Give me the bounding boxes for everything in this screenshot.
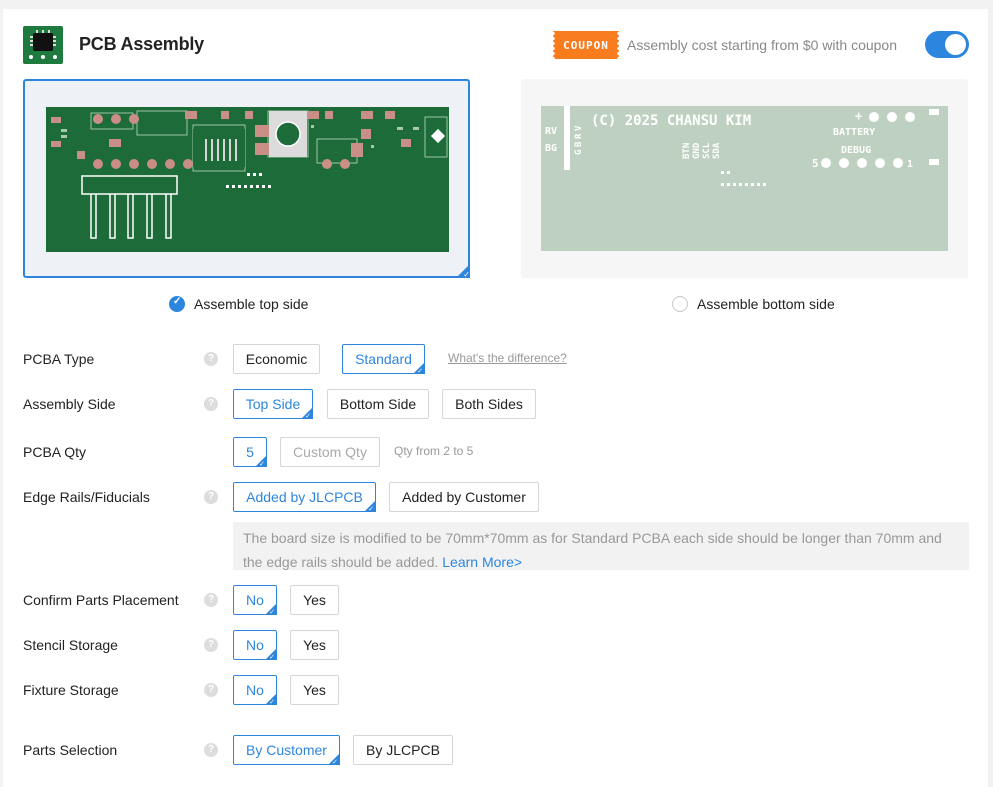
assembly-side-top-button[interactable]: Top Side xyxy=(233,389,313,420)
help-icon[interactable]: ? xyxy=(204,638,218,652)
top-side-radio[interactable] xyxy=(169,296,185,312)
edge-rails-jlcpcb-button[interactable]: Added by JLCPCB xyxy=(233,482,376,513)
top-side-label: Assemble top side xyxy=(194,296,309,312)
assemble-top-option[interactable]: Assemble top side xyxy=(169,296,308,312)
num-right-silkscreen: 1 xyxy=(907,159,913,170)
label-rv-silkscreen: RV xyxy=(545,126,557,137)
help-icon[interactable]: ? xyxy=(204,743,218,757)
help-icon[interactable]: ? xyxy=(204,593,218,607)
vertical-label-scl: SCL xyxy=(702,142,712,159)
stencil-storage-yes-button[interactable]: Yes xyxy=(290,630,339,660)
whats-the-difference-link[interactable]: What's the difference? xyxy=(448,351,567,365)
parts-by-customer-button[interactable]: By Customer xyxy=(233,735,340,766)
assembly-side-both-button[interactable]: Both Sides xyxy=(442,389,536,419)
toggle-knob xyxy=(945,34,966,55)
edge-rails-notice: The board size is modified to be 70mm*70… xyxy=(233,522,969,570)
pcba-type-label: PCBA Type xyxy=(23,351,95,367)
help-icon[interactable]: ? xyxy=(204,683,218,697)
debug-silkscreen: DEBUG xyxy=(841,145,871,156)
confirm-parts-yes-button[interactable]: Yes xyxy=(290,585,339,615)
qty-range-hint: Qty from 2 to 5 xyxy=(394,444,474,458)
assembly-toggle[interactable] xyxy=(925,31,969,58)
vertical-label-btn: BTN xyxy=(682,143,692,159)
vertical-label-sda: SDA xyxy=(712,142,722,159)
side-letter-b: B xyxy=(574,141,584,147)
learn-more-link[interactable]: Learn More> xyxy=(442,554,522,570)
bottom-side-label: Assemble bottom side xyxy=(697,296,835,312)
fixture-storage-no-button[interactable]: No xyxy=(233,675,277,706)
parts-by-jlcpcb-button[interactable]: By JLCPCB xyxy=(353,735,453,765)
pcb-top-render xyxy=(46,107,449,252)
coupon-badge: COUPON xyxy=(551,31,621,59)
fixture-storage-yes-button[interactable]: Yes xyxy=(290,675,339,705)
side-letter-r: R xyxy=(574,133,584,139)
bottom-side-radio[interactable] xyxy=(672,296,688,312)
pcb-chip-icon xyxy=(23,26,63,64)
pcba-type-economic-button[interactable]: Economic xyxy=(233,344,320,374)
copyright-silkscreen: (C) 2025 CHANSU KIM xyxy=(591,113,751,129)
help-icon[interactable]: ? xyxy=(204,397,218,411)
help-icon[interactable]: ? xyxy=(204,352,218,366)
edge-rails-customer-button[interactable]: Added by Customer xyxy=(389,482,539,512)
side-letter-g: G xyxy=(574,150,584,155)
page-scrollbar[interactable] xyxy=(988,0,993,787)
stencil-storage-label: Stencil Storage xyxy=(23,637,118,653)
edge-rails-label: Edge Rails/Fiducials xyxy=(23,489,150,505)
num-left-silkscreen: 5 xyxy=(812,157,819,170)
plus-minus-silkscreen: + - xyxy=(855,109,877,123)
help-icon[interactable]: ? xyxy=(204,490,218,504)
vertical-label-gnd: GND xyxy=(692,142,702,159)
assemble-bottom-option[interactable]: Assemble bottom side xyxy=(672,296,835,312)
label-bg-silkscreen: BG xyxy=(545,143,557,154)
fixture-storage-label: Fixture Storage xyxy=(23,682,119,698)
stencil-storage-no-button[interactable]: No xyxy=(233,630,277,661)
custom-qty-input[interactable]: Custom Qty xyxy=(280,437,380,467)
confirm-parts-label: Confirm Parts Placement xyxy=(23,592,179,608)
parts-selection-label: Parts Selection xyxy=(23,742,118,758)
page-title: PCB Assembly xyxy=(79,34,204,54)
coupon-text: Assembly cost starting from $0 with coup… xyxy=(627,37,898,53)
pcba-type-standard-button[interactable]: Standard xyxy=(342,344,425,375)
confirm-parts-no-button[interactable]: No xyxy=(233,585,277,616)
pcba-qty-label: PCBA Qty xyxy=(23,444,87,460)
assembly-side-label: Assembly Side xyxy=(23,396,116,412)
battery-silkscreen: BATTERY xyxy=(833,127,875,138)
pcb-bottom-render: (C) 2025 CHANSU KIM RV BG BATTERY DEBUG … xyxy=(541,106,948,251)
pcba-qty-5-button[interactable]: 5 xyxy=(233,437,267,468)
assembly-side-bottom-button[interactable]: Bottom Side xyxy=(327,389,429,419)
selected-corner-check xyxy=(456,264,470,279)
side-letter-v: V xyxy=(574,125,584,131)
top-side-board-card[interactable] xyxy=(23,79,470,279)
bottom-side-board-card[interactable]: (C) 2025 CHANSU KIM RV BG BATTERY DEBUG … xyxy=(521,79,968,278)
edge-rails-notice-text: The board size is modified to be 70mm*70… xyxy=(243,530,942,570)
